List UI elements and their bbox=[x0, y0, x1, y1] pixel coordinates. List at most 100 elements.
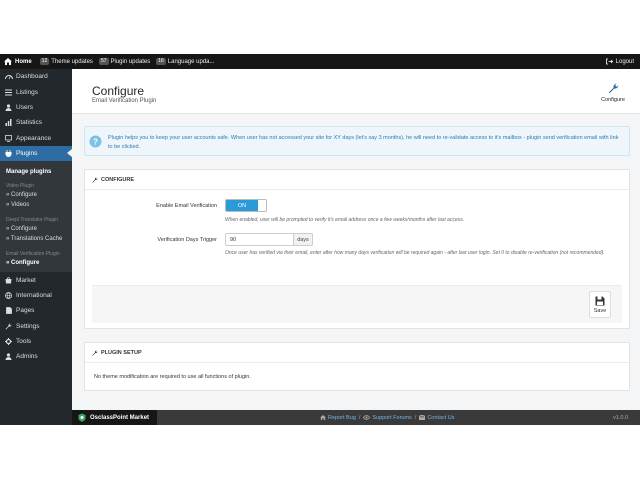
sidebar-item-label: International bbox=[16, 291, 52, 299]
theme-updates-label: Theme updates bbox=[51, 58, 93, 65]
footer-links: Report Bug / Support Forums / Contact Us bbox=[320, 410, 455, 425]
sidebar-item-dashboard[interactable]: Dashboard bbox=[0, 69, 72, 84]
footer-separator: / bbox=[358, 414, 361, 421]
floppy-disk-icon bbox=[595, 296, 605, 305]
plugins-icon bbox=[4, 149, 13, 158]
language-updates-label: Language upda... bbox=[167, 58, 215, 65]
language-updates-count: 16 bbox=[156, 58, 166, 65]
support-forums-label: Support Forums bbox=[372, 414, 412, 421]
footer-separator: / bbox=[414, 414, 417, 421]
sidebar-item-market[interactable]: Market bbox=[0, 272, 72, 287]
theme-updates-count: 12 bbox=[39, 58, 50, 65]
home-label: Home bbox=[15, 58, 32, 65]
users-icon bbox=[4, 103, 13, 112]
sidebar-item-label: Listings bbox=[16, 88, 39, 96]
plugin-updates-label: Plugin updates bbox=[110, 58, 151, 65]
version-label: v1.0.0 bbox=[613, 414, 628, 421]
market-icon bbox=[4, 276, 13, 285]
report-bug-link[interactable]: Report Bug bbox=[320, 415, 356, 421]
days-trigger-input[interactable]: 90 days bbox=[225, 233, 313, 246]
sidebar-item-settings[interactable]: Settings bbox=[0, 319, 72, 334]
submenu-email-configure[interactable]: » Configure bbox=[0, 258, 72, 268]
wrench-icon bbox=[4, 322, 13, 331]
question-circle-icon: ? bbox=[89, 135, 102, 148]
sidebar-item-label: Pages bbox=[16, 307, 35, 315]
days-trigger-help: Once user has verified via their email, … bbox=[225, 250, 605, 256]
sidebar-item-label: Appearance bbox=[16, 134, 52, 142]
listings-icon bbox=[4, 88, 13, 97]
admins-icon bbox=[4, 352, 13, 361]
setup-heading-label: PLUGIN SETUP bbox=[101, 349, 142, 356]
envelope-icon bbox=[419, 415, 426, 420]
save-button[interactable]: Save bbox=[589, 291, 611, 318]
enable-verification-label: Enable Email Verification bbox=[156, 203, 217, 209]
admin-frame: Home 12 Theme updates 57 Plugin updates … bbox=[0, 54, 640, 425]
submenu-video-configure[interactable]: » Configure bbox=[0, 190, 72, 200]
days-unit-addon: days bbox=[293, 234, 312, 245]
sidebar-item-listings[interactable]: Listings bbox=[0, 84, 72, 99]
sidebar-item-tools[interactable]: Tools bbox=[0, 334, 72, 349]
submenu-group-video: Video Plugin bbox=[6, 183, 34, 190]
plugin-updates-link[interactable]: 57 Plugin updates bbox=[98, 58, 151, 65]
page-header: Configure Email Verification Plugin Conf… bbox=[72, 69, 640, 114]
eye-icon bbox=[363, 415, 371, 420]
dashboard-icon bbox=[4, 72, 13, 81]
sidebar-item-international[interactable]: International bbox=[0, 288, 72, 303]
top-admin-bar: Home 12 Theme updates 57 Plugin updates … bbox=[0, 54, 640, 69]
wrench-icon bbox=[608, 83, 618, 94]
sidebar-item-statistics[interactable]: Statistics bbox=[0, 115, 72, 130]
contact-us-label: Contact Us bbox=[427, 414, 455, 421]
home-link[interactable]: Home bbox=[4, 58, 32, 65]
report-bug-label: Report Bug bbox=[328, 414, 356, 421]
sidebar-item-label: Settings bbox=[16, 322, 40, 330]
page-title: Configure bbox=[92, 84, 145, 98]
page-subtitle: Email Verification Plugin bbox=[92, 98, 157, 104]
wrench-icon bbox=[92, 349, 98, 356]
days-trigger-label: Verification Days Trigger bbox=[157, 237, 217, 243]
configure-button[interactable]: Configure bbox=[598, 83, 628, 103]
info-callout: ? Plugin helps you to keep your user acc… bbox=[84, 126, 630, 156]
home-icon bbox=[320, 415, 326, 420]
footer-brand[interactable]: OsclassPoint Market bbox=[72, 410, 157, 425]
setup-text: No theme modification are required to us… bbox=[94, 374, 251, 380]
contact-us-link[interactable]: Contact Us bbox=[419, 414, 455, 421]
support-forums-link[interactable]: Support Forums bbox=[363, 414, 412, 421]
form-actions: Save bbox=[92, 285, 622, 323]
submenu-video-videos[interactable]: » Videos bbox=[0, 200, 72, 210]
theme-updates-link[interactable]: 12 Theme updates bbox=[39, 58, 93, 65]
configure-heading-label: CONFIGURE bbox=[101, 176, 134, 183]
osclasspoint-logo-icon bbox=[78, 413, 86, 422]
sidebar-item-label: Tools bbox=[16, 338, 32, 346]
sidebar-item-plugins[interactable]: Plugins bbox=[0, 145, 72, 162]
sidebar-item-appearance[interactable]: Appearance bbox=[0, 131, 72, 146]
pages-icon bbox=[4, 306, 13, 315]
sidebar: Dashboard Listings Users Statistics Appe… bbox=[0, 69, 72, 425]
sidebar-item-users[interactable]: Users bbox=[0, 100, 72, 115]
tools-icon bbox=[4, 337, 13, 346]
submenu-deepl-cache[interactable]: » Translations Cache bbox=[0, 234, 72, 244]
svg-text:?: ? bbox=[93, 138, 98, 147]
appearance-icon bbox=[4, 134, 13, 143]
configure-panel-heading: CONFIGURE bbox=[85, 170, 629, 190]
submenu-manage-plugins[interactable]: Manage plugins bbox=[0, 164, 72, 179]
main-content: Configure Email Verification Plugin Conf… bbox=[72, 69, 640, 410]
enable-verification-toggle[interactable]: ON bbox=[225, 199, 267, 212]
plugin-updates-count: 57 bbox=[98, 58, 109, 65]
sidebar-item-label: Users bbox=[16, 103, 33, 111]
sidebar-item-admins[interactable]: Admins bbox=[0, 349, 72, 364]
enable-verification-help: When enabled, user will be prompted to v… bbox=[225, 217, 465, 223]
logout-label: Logout bbox=[615, 58, 634, 65]
home-icon bbox=[4, 58, 12, 65]
logout-icon bbox=[605, 58, 613, 65]
submenu-group-deepl: Deepl Translator Plugin bbox=[6, 217, 58, 224]
sidebar-item-pages[interactable]: Pages bbox=[0, 303, 72, 318]
save-label: Save bbox=[593, 307, 607, 314]
submenu-deepl-configure[interactable]: » Configure bbox=[0, 224, 72, 234]
language-updates-link[interactable]: 16 Language upda... bbox=[156, 58, 214, 65]
logout-link[interactable]: Logout bbox=[605, 54, 634, 69]
sidebar-item-label: Dashboard bbox=[16, 73, 48, 81]
sidebar-item-label: Market bbox=[16, 276, 36, 284]
sidebar-item-label: Plugins bbox=[16, 150, 38, 158]
configure-label: Configure bbox=[601, 97, 625, 103]
footer: OsclassPoint Market Report Bug / Support… bbox=[72, 410, 640, 425]
